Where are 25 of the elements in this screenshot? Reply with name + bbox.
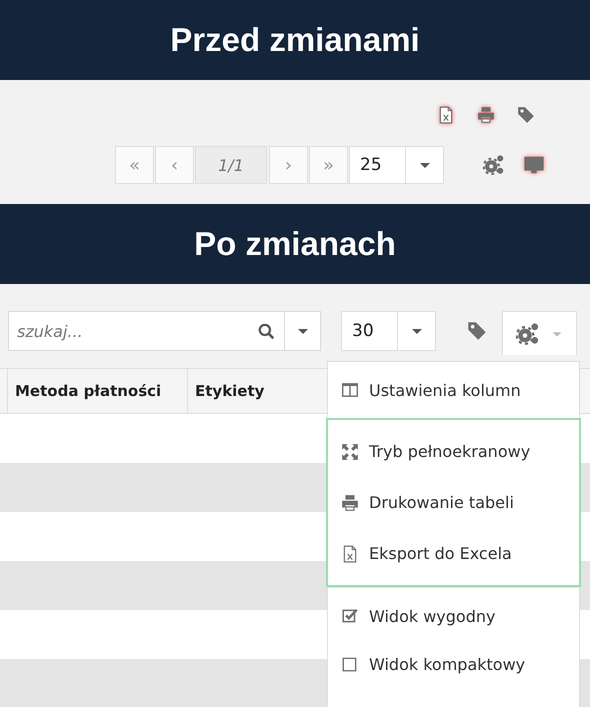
settings-icon[interactable] <box>482 153 506 177</box>
settings-dropdown-button[interactable] <box>502 311 577 355</box>
menu-item[interactable]: Widok wygodny <box>328 592 579 640</box>
column-header: Metoda płatności <box>15 382 162 400</box>
menu-item[interactable]: Widok kompaktowy <box>328 640 579 688</box>
menu-item[interactable]: Tryb pełnoekranowy <box>328 426 579 477</box>
spreadsheet-icon <box>341 544 359 562</box>
menu-item[interactable]: Drukowanie tabeli <box>328 477 579 528</box>
menu-item[interactable]: Ustawienia kolumn <box>328 366 579 414</box>
section-title: Przed zmianami <box>170 21 420 59</box>
page-indicator: 1/1 <box>195 146 267 184</box>
tag-icon[interactable] <box>516 105 536 125</box>
print-icon <box>341 494 359 512</box>
search-icon <box>257 322 275 340</box>
columns-icon <box>341 381 359 399</box>
section-title: Po zmianach <box>194 225 396 263</box>
column-header: Etykiety <box>195 382 264 400</box>
settings-icon <box>516 322 540 346</box>
fullscreen-icon <box>341 442 359 460</box>
search-field[interactable]: szukaj... <box>8 311 285 351</box>
menu-item[interactable]: Eksport do Excela <box>328 528 579 579</box>
page-size-select[interactable]: 25 <box>349 146 444 184</box>
print-icon[interactable] <box>476 105 496 125</box>
tag-icon[interactable] <box>466 320 488 342</box>
page-size-select[interactable]: 30 <box>341 311 436 351</box>
